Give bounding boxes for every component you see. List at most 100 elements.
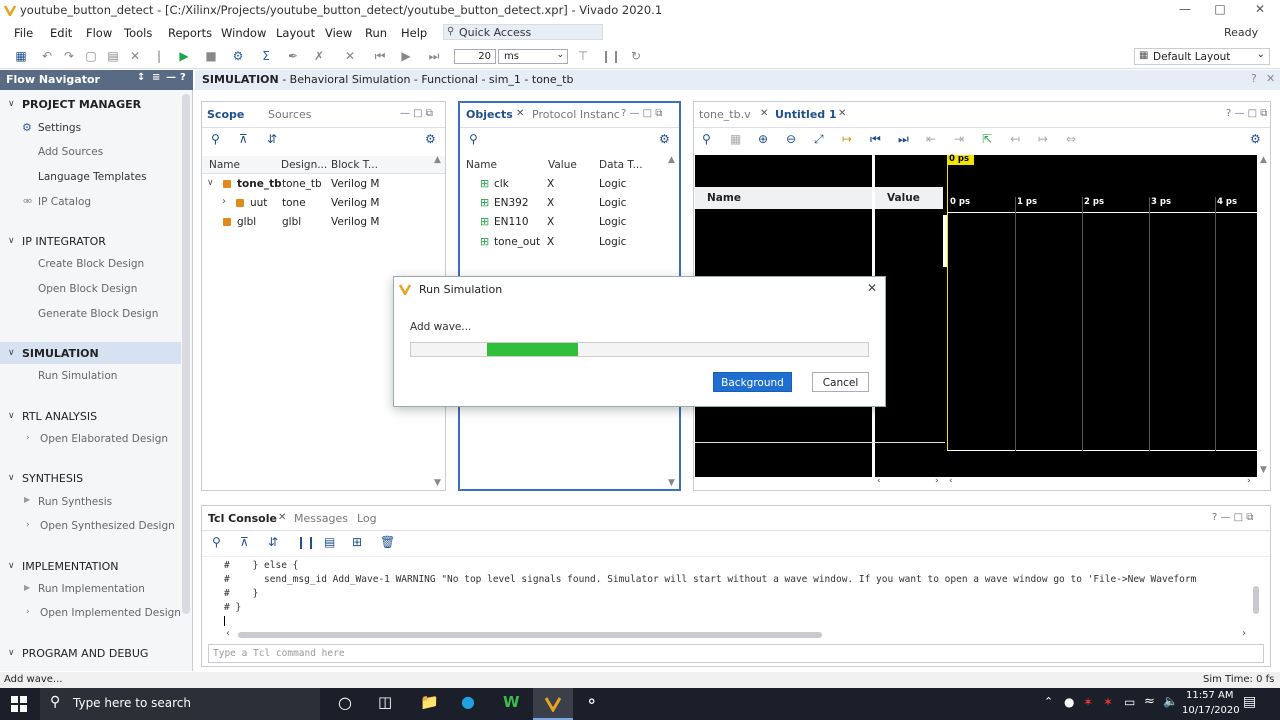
stop-icon[interactable]: ■ xyxy=(204,49,218,63)
cortana-icon[interactable]: ○ xyxy=(338,693,352,712)
settings-icon[interactable]: ⚙ xyxy=(231,49,245,63)
next-transition-icon[interactable]: ⇥ xyxy=(954,132,964,146)
tab-tcl-console[interactable]: Tcl Console xyxy=(208,512,277,525)
word-app-icon[interactable]: W xyxy=(503,693,520,711)
tab-log[interactable]: Log xyxy=(357,512,377,525)
collapse-all-icon[interactable]: ⊼ xyxy=(240,535,249,549)
menu-edit[interactable]: Edit xyxy=(50,26,72,40)
scroll-down-icon[interactable]: ▼ xyxy=(1260,465,1267,475)
scroll-right-icon[interactable]: › xyxy=(1247,476,1251,486)
go-end-icon[interactable]: ⏭ xyxy=(898,132,909,147)
run-unit-select[interactable]: ms ⌄ xyxy=(498,49,568,64)
scope-row-name[interactable]: glbl xyxy=(237,216,256,228)
go-start-icon[interactable]: ⏮ xyxy=(870,132,881,147)
tab-messages[interactable]: Messages xyxy=(294,512,348,525)
section-implementation[interactable]: IMPLEMENTATION xyxy=(22,560,119,573)
menu-window[interactable]: Window xyxy=(221,26,266,40)
scroll-up-icon[interactable]: ▲ xyxy=(668,155,675,165)
run-all-icon[interactable]: ▶ xyxy=(399,49,413,63)
section-project-manager[interactable]: PROJECT MANAGER xyxy=(22,98,141,111)
expand-all-icon[interactable]: ⇵ xyxy=(268,535,278,549)
help-icon[interactable]: ? — □ ⧉ xyxy=(1226,108,1267,119)
wave-cursor-line[interactable] xyxy=(947,155,948,451)
chevron-down-icon[interactable]: ∨ xyxy=(8,348,15,358)
menu-run[interactable]: Run xyxy=(365,26,387,40)
swap-cursors-icon[interactable]: ⇔ xyxy=(1066,132,1076,146)
run-time-input[interactable]: 20 xyxy=(454,49,496,64)
close-icon[interactable]: ✕ xyxy=(278,512,286,523)
chevron-down-icon[interactable]: ∨ xyxy=(8,411,15,421)
search-icon[interactable]: ⚲ xyxy=(211,132,220,146)
relaunch-icon[interactable]: ↻ xyxy=(629,49,643,63)
tab-scope[interactable]: Scope xyxy=(207,108,244,121)
tab-sources[interactable]: Sources xyxy=(268,108,312,121)
copy-icon[interactable]: ▤ xyxy=(324,535,335,549)
scroll-left-icon[interactable]: ‹ xyxy=(877,476,881,486)
pause-icon[interactable]: ❙❙ xyxy=(601,49,621,63)
help-icon[interactable]: ? — □ ⧉ xyxy=(1212,512,1253,523)
chevron-down-icon[interactable]: ∨ xyxy=(8,236,15,246)
sigma-icon[interactable]: Σ xyxy=(259,49,273,63)
tab-untitled-1[interactable]: Untitled 1 xyxy=(775,108,837,121)
wifi-icon[interactable]: ≈ xyxy=(1144,694,1155,709)
nav-open-implemented-design[interactable]: Open Implemented Design xyxy=(40,607,181,619)
background-button[interactable]: Background xyxy=(713,372,792,392)
menu-reports[interactable]: Reports xyxy=(168,26,212,40)
object-row-name[interactable]: clk xyxy=(494,178,509,190)
menu-help[interactable]: Help xyxy=(401,26,427,40)
cancel-button[interactable]: Cancel xyxy=(812,372,869,392)
run-icon[interactable]: ▶ xyxy=(177,49,191,63)
edge-icon[interactable]: ● xyxy=(461,692,475,711)
collapse-icon[interactable]: ≡ xyxy=(152,72,160,83)
help-icon[interactable]: ? xyxy=(1251,72,1257,85)
hammer-icon[interactable]: ✗ xyxy=(312,49,326,63)
nav-create-block-design[interactable]: Create Block Design xyxy=(38,258,144,270)
scope-row-name[interactable]: uut xyxy=(250,197,267,209)
task-view-icon[interactable]: ◫ xyxy=(378,693,392,711)
restart-icon[interactable]: ⏮ xyxy=(373,49,387,63)
close-icon[interactable]: ✕ xyxy=(838,108,846,119)
chevron-down-icon[interactable]: ∨ xyxy=(8,648,15,658)
close-icon[interactable]: ✕ xyxy=(1266,72,1275,85)
object-row-name[interactable]: EN392 xyxy=(494,197,529,209)
object-row-name[interactable]: EN110 xyxy=(494,216,529,228)
nav-language-templates[interactable]: Language Templates xyxy=(38,171,147,183)
open-project-icon[interactable]: ▦ xyxy=(14,49,28,63)
search-icon[interactable]: ⚲ xyxy=(702,132,711,146)
column-header[interactable]: Design... xyxy=(281,159,327,171)
undo-icon[interactable]: ↶ xyxy=(40,49,54,63)
scroll-down-icon[interactable]: ▼ xyxy=(434,478,441,488)
column-header[interactable]: Block T... xyxy=(331,159,378,171)
tcl-command-input[interactable]: Type a Tcl command here xyxy=(208,644,1264,663)
chevron-right-icon[interactable]: › xyxy=(26,520,30,530)
tray-app-icon[interactable]: ✶ xyxy=(1103,695,1113,709)
nav-run-simulation[interactable]: Run Simulation xyxy=(38,370,117,382)
add-marker-icon[interactable]: ⇱ xyxy=(982,132,992,146)
microphone-icon[interactable]: ● xyxy=(1064,695,1074,709)
scroll-right-icon[interactable]: › xyxy=(935,476,939,486)
tray-app-icon[interactable]: ✶ xyxy=(1083,695,1093,709)
menu-tools[interactable]: Tools xyxy=(124,26,152,40)
chevron-down-icon[interactable]: ∨ xyxy=(8,473,15,483)
zoom-fit-icon[interactable]: ⤢ xyxy=(814,132,824,147)
section-synthesis[interactable]: SYNTHESIS xyxy=(22,472,83,485)
paste-icon[interactable]: ▤ xyxy=(106,49,120,63)
nav-run-implementation[interactable]: Run Implementation xyxy=(38,583,145,595)
tab-protocol-instances[interactable]: Protocol Instanc xyxy=(532,108,620,121)
minimize-pane-icon[interactable]: — □ ⧉ xyxy=(400,108,433,119)
console-output[interactable]: # } else { # send_msg_id Add_Wave-1 WARN… xyxy=(224,558,1252,628)
menu-layout[interactable]: Layout xyxy=(276,26,315,40)
collapse-all-icon[interactable]: ⊼ xyxy=(239,132,248,146)
wave-hscrollbar[interactable]: ‹ › ‹ › xyxy=(875,476,1257,489)
help-icon[interactable]: ? xyxy=(180,72,186,83)
console-hscrollbar[interactable] xyxy=(238,632,822,638)
close-icon[interactable]: ✕ xyxy=(516,108,524,119)
wrap-icon[interactable]: ⊞ xyxy=(352,535,362,549)
nav-ip-catalog[interactable]: IP Catalog xyxy=(38,196,91,208)
close-icon[interactable]: ✕ xyxy=(1245,2,1275,16)
section-rtl-analysis[interactable]: RTL ANALYSIS xyxy=(22,410,97,423)
chevron-right-icon[interactable]: › xyxy=(26,433,30,443)
windows-start-icon[interactable] xyxy=(11,696,27,712)
layout-select[interactable]: ▦ Default Layout ⌄ xyxy=(1134,48,1270,65)
column-header[interactable]: Name xyxy=(209,159,240,171)
